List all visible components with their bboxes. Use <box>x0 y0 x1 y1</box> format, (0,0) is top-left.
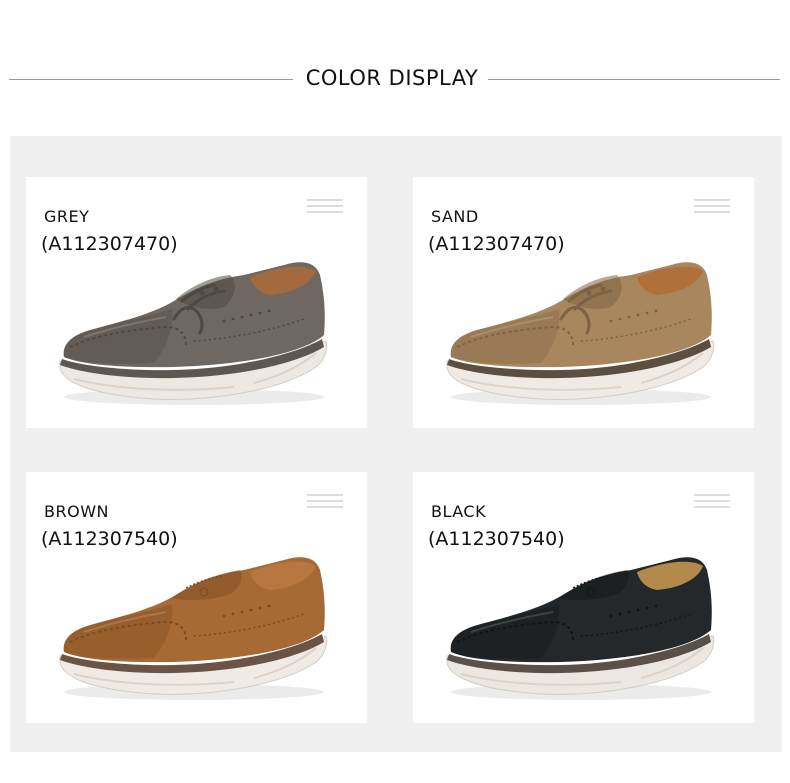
shoe-image <box>446 262 715 405</box>
color-name: SAND <box>431 207 479 226</box>
shoe-image <box>59 557 328 700</box>
menu-icon <box>307 199 343 215</box>
section-header: COLOR DISPLAY <box>0 62 790 98</box>
section-title: COLOR DISPLAY <box>305 66 479 90</box>
shoe-image <box>59 262 328 405</box>
color-name: BROWN <box>44 502 109 521</box>
product-card-sand[interactable]: SAND (A112307470) <box>413 177 754 428</box>
product-card-grey[interactable]: GREY (A112307470) <box>26 177 367 428</box>
menu-icon <box>307 494 343 510</box>
shoe-image <box>446 557 715 700</box>
color-name: GREY <box>44 207 90 226</box>
product-card-black[interactable]: BLACK (A112307540) <box>413 472 754 723</box>
menu-icon <box>694 199 730 215</box>
color-name: BLACK <box>431 502 487 521</box>
product-card-brown[interactable]: BROWN (A112307540) <box>26 472 367 723</box>
header-divider-right <box>488 79 780 80</box>
header-divider-left <box>9 79 293 80</box>
menu-icon <box>694 494 730 510</box>
